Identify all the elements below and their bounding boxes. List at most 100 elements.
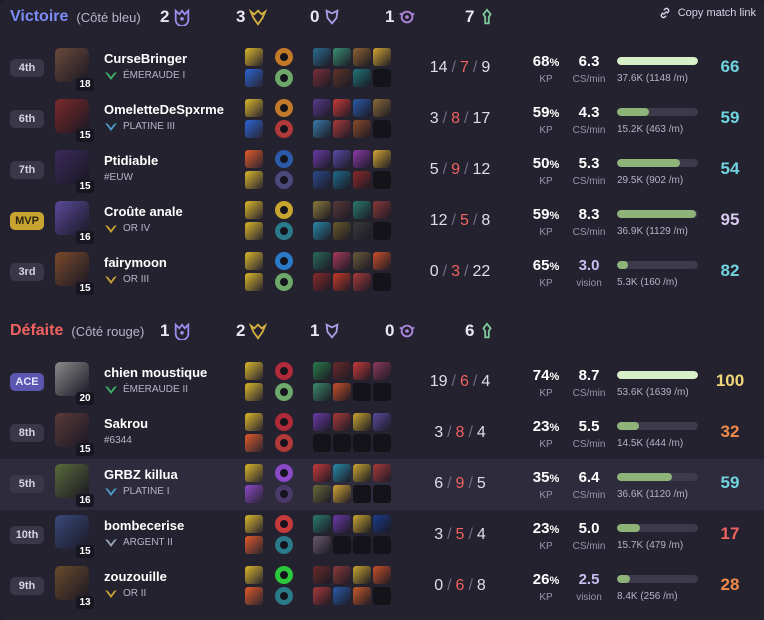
item-icon[interactable] [353, 201, 371, 219]
item-icon[interactable] [373, 99, 391, 117]
rune-icon[interactable] [275, 434, 293, 452]
item-icon[interactable] [353, 99, 371, 117]
rune-icon[interactable] [275, 536, 293, 554]
item-icon[interactable] [313, 252, 331, 270]
champion-avatar[interactable] [55, 99, 89, 133]
rune-icon[interactable] [275, 362, 293, 380]
champion-avatar[interactable] [55, 48, 89, 82]
player-row[interactable]: 6th 15 OmeletteDeSpxrme PLATINE III 3/8/17 59… [0, 94, 764, 145]
item-icon[interactable] [373, 362, 391, 380]
summoner-spell-icon[interactable] [245, 252, 263, 270]
rune-icon[interactable] [275, 222, 293, 240]
rune-icon[interactable] [275, 587, 293, 605]
player-name[interactable]: Ptidiable [104, 153, 158, 168]
rune-icon[interactable] [275, 413, 293, 431]
item-icon[interactable] [313, 413, 331, 431]
item-icon[interactable] [333, 362, 351, 380]
champion-avatar[interactable] [55, 362, 89, 396]
summoner-spell-icon[interactable] [245, 515, 263, 533]
summoner-spell-icon[interactable] [245, 383, 263, 401]
summoner-spell-icon[interactable] [245, 99, 263, 117]
player-row[interactable]: 5th 16 GRBZ killua PLATINE I 6/9/5 35% KP 6.4 CS… [0, 459, 764, 510]
champion-avatar[interactable] [55, 515, 89, 549]
item-icon[interactable] [333, 48, 351, 66]
item-icon[interactable] [333, 99, 351, 117]
item-icon[interactable] [353, 362, 371, 380]
rune-icon[interactable] [275, 150, 293, 168]
item-icon[interactable] [313, 222, 331, 240]
summoner-spell-icon[interactable] [245, 273, 263, 291]
item-icon[interactable] [353, 252, 371, 270]
item-icon[interactable] [373, 413, 391, 431]
champion-avatar[interactable] [55, 201, 89, 235]
summoner-spell-icon[interactable] [245, 485, 263, 503]
player-name[interactable]: Croûte anale [104, 204, 183, 219]
item-icon[interactable] [333, 413, 351, 431]
item-icon[interactable] [313, 383, 331, 401]
item-icon[interactable] [313, 515, 331, 533]
item-icon[interactable] [333, 383, 351, 401]
item-icon[interactable] [333, 222, 351, 240]
champion-avatar[interactable] [55, 150, 89, 184]
player-row[interactable]: 4th 18 CurseBringer ÉMERAUDE I 14/7/9 68% KP 6.… [0, 43, 764, 94]
summoner-spell-icon[interactable] [245, 120, 263, 138]
player-row[interactable]: 7th 15 Ptidiable #EUW 5/9/12 50% KP 5.3 CS/min 29… [0, 145, 764, 196]
item-icon[interactable] [333, 587, 351, 605]
item-icon[interactable] [313, 464, 331, 482]
item-icon[interactable] [353, 587, 371, 605]
rune-icon[interactable] [275, 201, 293, 219]
item-icon[interactable] [333, 485, 351, 503]
player-name[interactable]: OmeletteDeSpxrme [104, 102, 224, 117]
item-icon[interactable] [373, 48, 391, 66]
item-icon[interactable] [333, 566, 351, 584]
summoner-spell-icon[interactable] [245, 201, 263, 219]
player-row[interactable]: 10th 15 bombecerise ARGENT II 3/5/4 23% KP 5.0 C… [0, 510, 764, 561]
player-name[interactable]: bombecerise [104, 518, 184, 533]
summoner-spell-icon[interactable] [245, 536, 263, 554]
player-name[interactable]: Sakrou [104, 416, 148, 431]
item-icon[interactable] [333, 252, 351, 270]
rune-icon[interactable] [275, 99, 293, 117]
item-icon[interactable] [353, 69, 371, 87]
champion-avatar[interactable] [55, 252, 89, 286]
item-icon[interactable] [313, 362, 331, 380]
item-icon[interactable] [373, 515, 391, 533]
summoner-spell-icon[interactable] [245, 566, 263, 584]
rune-icon[interactable] [275, 566, 293, 584]
item-icon[interactable] [333, 69, 351, 87]
rune-icon[interactable] [275, 171, 293, 189]
summoner-spell-icon[interactable] [245, 362, 263, 380]
item-icon[interactable] [373, 201, 391, 219]
item-icon[interactable] [313, 566, 331, 584]
item-icon[interactable] [333, 120, 351, 138]
summoner-spell-icon[interactable] [245, 150, 263, 168]
player-name[interactable]: GRBZ killua [104, 467, 178, 482]
item-icon[interactable] [353, 48, 371, 66]
summoner-spell-icon[interactable] [245, 171, 263, 189]
item-icon[interactable] [353, 413, 371, 431]
item-icon[interactable] [313, 587, 331, 605]
summoner-spell-icon[interactable] [245, 434, 263, 452]
summoner-spell-icon[interactable] [245, 48, 263, 66]
summoner-spell-icon[interactable] [245, 222, 263, 240]
player-row[interactable]: ACE 20 chien moustique ÉMERAUDE II 19/6/4 74%… [0, 357, 764, 408]
rune-icon[interactable] [275, 252, 293, 270]
item-icon[interactable] [353, 273, 371, 291]
player-row[interactable]: 8th 15 Sakrou #6344 3/8/4 23% KP 5.5 CS/min 14.5K… [0, 408, 764, 459]
item-icon[interactable] [353, 150, 371, 168]
item-icon[interactable] [313, 150, 331, 168]
item-icon[interactable] [313, 48, 331, 66]
item-icon[interactable] [313, 536, 331, 554]
player-name[interactable]: zouzouille [104, 569, 167, 584]
item-icon[interactable] [313, 171, 331, 189]
summoner-spell-icon[interactable] [245, 69, 263, 87]
player-name[interactable]: fairymoon [104, 255, 167, 270]
rune-icon[interactable] [275, 48, 293, 66]
item-icon[interactable] [333, 201, 351, 219]
item-icon[interactable] [373, 566, 391, 584]
rune-icon[interactable] [275, 120, 293, 138]
item-icon[interactable] [313, 120, 331, 138]
summoner-spell-icon[interactable] [245, 413, 263, 431]
item-icon[interactable] [333, 515, 351, 533]
summoner-spell-icon[interactable] [245, 587, 263, 605]
